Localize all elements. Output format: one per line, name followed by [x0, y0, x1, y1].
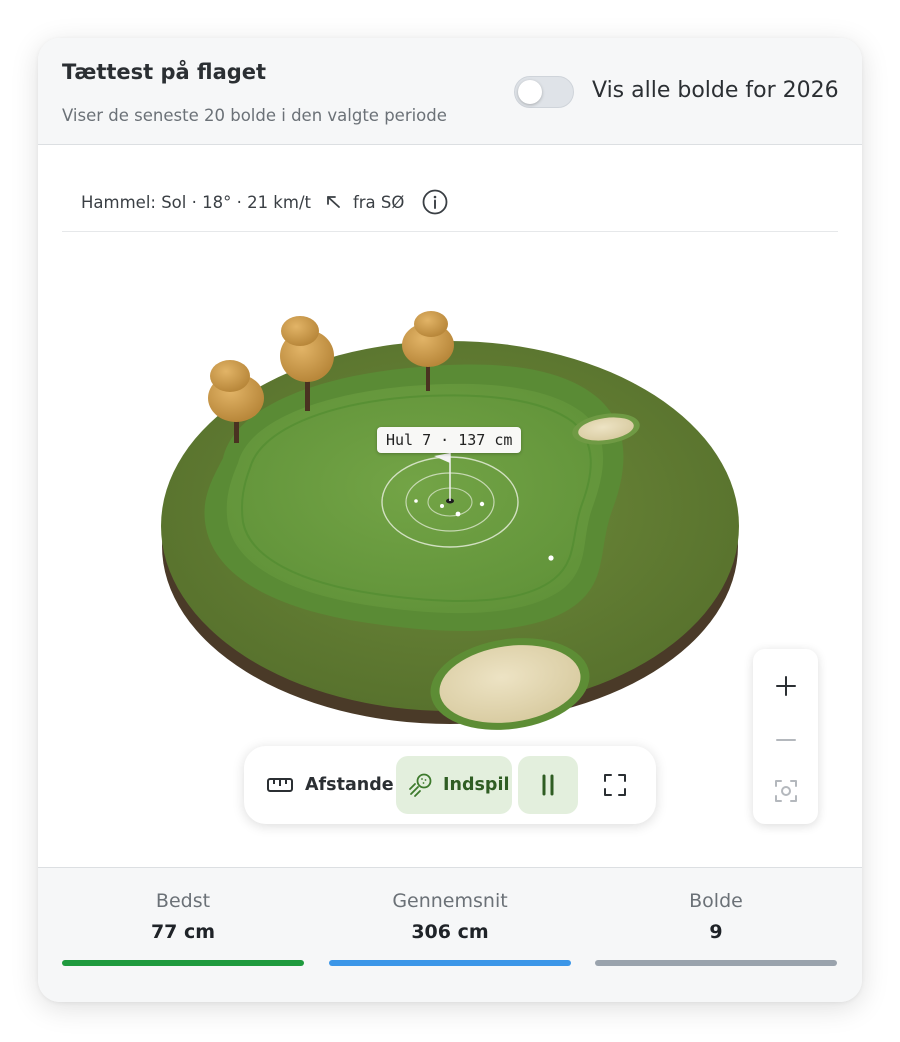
ball-marker — [548, 555, 554, 561]
closest-to-pin-card: Tættest på flaget Viser de seneste 20 bo… — [38, 38, 862, 1002]
distances-label: Afstande — [305, 775, 394, 795]
weather-divider — [62, 231, 838, 232]
hole-tooltip: Hul 7 · 137 cm — [377, 427, 522, 453]
ruler-icon — [267, 778, 293, 792]
toggle-label: Vis alle bolde for 2026 — [592, 78, 839, 103]
ball-marker — [414, 499, 418, 503]
show-all-balls-toggle[interactable] — [514, 76, 574, 108]
ball-marker — [479, 501, 485, 507]
stat-balls: Bolde 9 — [595, 868, 837, 1002]
stat-average: Gennemsnit 306 cm — [329, 868, 571, 1002]
ball-marker — [440, 504, 444, 508]
zoom-in-button[interactable] — [753, 661, 818, 711]
card-subtitle: Viser de seneste 20 bolde i den valgte p… — [62, 106, 447, 125]
green-3d-view[interactable] — [38, 233, 862, 793]
golf-ball-icon — [409, 773, 432, 797]
stats-footer: Bedst 77 cm Gennemsnit 306 cm Bolde 9 — [38, 867, 862, 1002]
info-circle-icon[interactable] — [422, 189, 448, 215]
minus-icon — [775, 739, 796, 741]
fullscreen-button[interactable] — [586, 756, 644, 814]
plus-icon — [775, 676, 796, 696]
stat-label: Bolde — [689, 890, 743, 912]
stat-best: Bedst 77 cm — [62, 868, 304, 1002]
arrow-up-left-icon — [323, 192, 343, 212]
card-header: Tættest på flaget Viser de seneste 20 bo… — [38, 38, 862, 145]
pause-icon — [542, 774, 554, 796]
card-title: Tættest på flaget — [62, 60, 267, 84]
weather-info: Hammel: Sol · 18° · 21 km/t fra SØ — [81, 188, 448, 216]
approach-label: Indspil — [443, 775, 510, 795]
wind-direction: fra SØ — [352, 192, 405, 212]
toggle-knob — [518, 80, 542, 104]
stat-bar-average — [329, 960, 571, 966]
zoom-controls — [753, 649, 818, 824]
weather-text: Hammel: Sol · 18° · 21 km/t — [81, 192, 311, 212]
stat-value: 9 — [709, 921, 723, 943]
view-toolbar: Afstande Indspil — [244, 746, 656, 824]
stat-label: Bedst — [155, 890, 211, 912]
stat-bar-balls — [595, 960, 837, 966]
zoom-out-button[interactable] — [753, 715, 818, 765]
fullscreen-icon — [604, 774, 626, 796]
approach-button[interactable]: Indspil — [396, 756, 512, 814]
stat-value: 77 cm — [150, 921, 216, 943]
stat-label: Gennemsnit — [392, 890, 508, 912]
recenter-button[interactable] — [753, 766, 818, 816]
distances-button[interactable]: Afstande — [256, 756, 406, 814]
focus-icon — [774, 780, 797, 802]
stat-value: 306 cm — [411, 921, 489, 943]
ball-marker — [455, 511, 461, 517]
stat-bar-best — [62, 960, 304, 966]
putting-green — [226, 383, 604, 614]
pause-button[interactable] — [518, 756, 578, 814]
